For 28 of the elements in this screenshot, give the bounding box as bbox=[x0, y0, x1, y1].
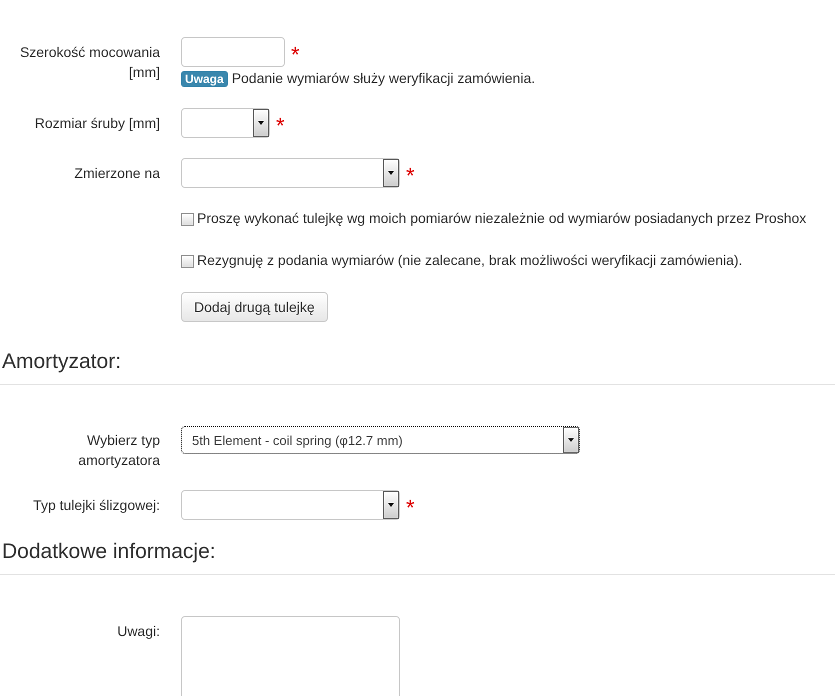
note-text: Uwaga Podanie wymiarów służy weryfikacji zamówienia. bbox=[181, 69, 536, 88]
dropdown-icon bbox=[563, 427, 579, 453]
field-label: Rozmiar śruby [mm] bbox=[34, 114, 160, 133]
dropdown-icon bbox=[253, 109, 269, 137]
checkbox[interactable] bbox=[181, 255, 194, 268]
field-label: Wybierz typ amortyzatora bbox=[77, 431, 160, 470]
select-field[interactable] bbox=[181, 158, 400, 188]
checkbox[interactable] bbox=[181, 213, 194, 226]
select-field[interactable] bbox=[181, 108, 270, 138]
required-mark: * bbox=[276, 112, 285, 137]
select-field[interactable] bbox=[181, 490, 400, 520]
required-mark: * bbox=[406, 162, 415, 187]
checkbox-label: Rezygnuję z podania wymiarów (nie zalecane, brak możliwości weryfikacji zamówienia). bbox=[197, 251, 742, 270]
section-heading: Dodatkowe informacje: bbox=[0, 540, 835, 575]
add-button[interactable]: Dodaj drugą tulejkę bbox=[181, 292, 328, 322]
dropdown-icon bbox=[383, 159, 399, 187]
required-mark: * bbox=[406, 494, 415, 519]
checkbox-label: Proszę wykonać tulejkę wg moich pomiarów niezależnie od wymiarów posiadanych przez Proshox bbox=[197, 209, 806, 228]
field-label: Uwagi: bbox=[117, 622, 160, 641]
required-mark: * bbox=[291, 41, 300, 66]
field-label: Typ tulejki ślizgowej: bbox=[33, 496, 160, 515]
select-field[interactable]: 5th Element - coil spring (φ12.7 mm) bbox=[181, 426, 580, 454]
section-heading: Amortyzator: bbox=[0, 350, 835, 385]
dropdown-icon bbox=[383, 491, 399, 519]
text-field[interactable] bbox=[181, 37, 285, 67]
field-label: Zmierzone na bbox=[74, 164, 160, 183]
field-label: Szerokość mocowania [mm] bbox=[18, 43, 160, 82]
notes-field[interactable] bbox=[181, 616, 400, 696]
